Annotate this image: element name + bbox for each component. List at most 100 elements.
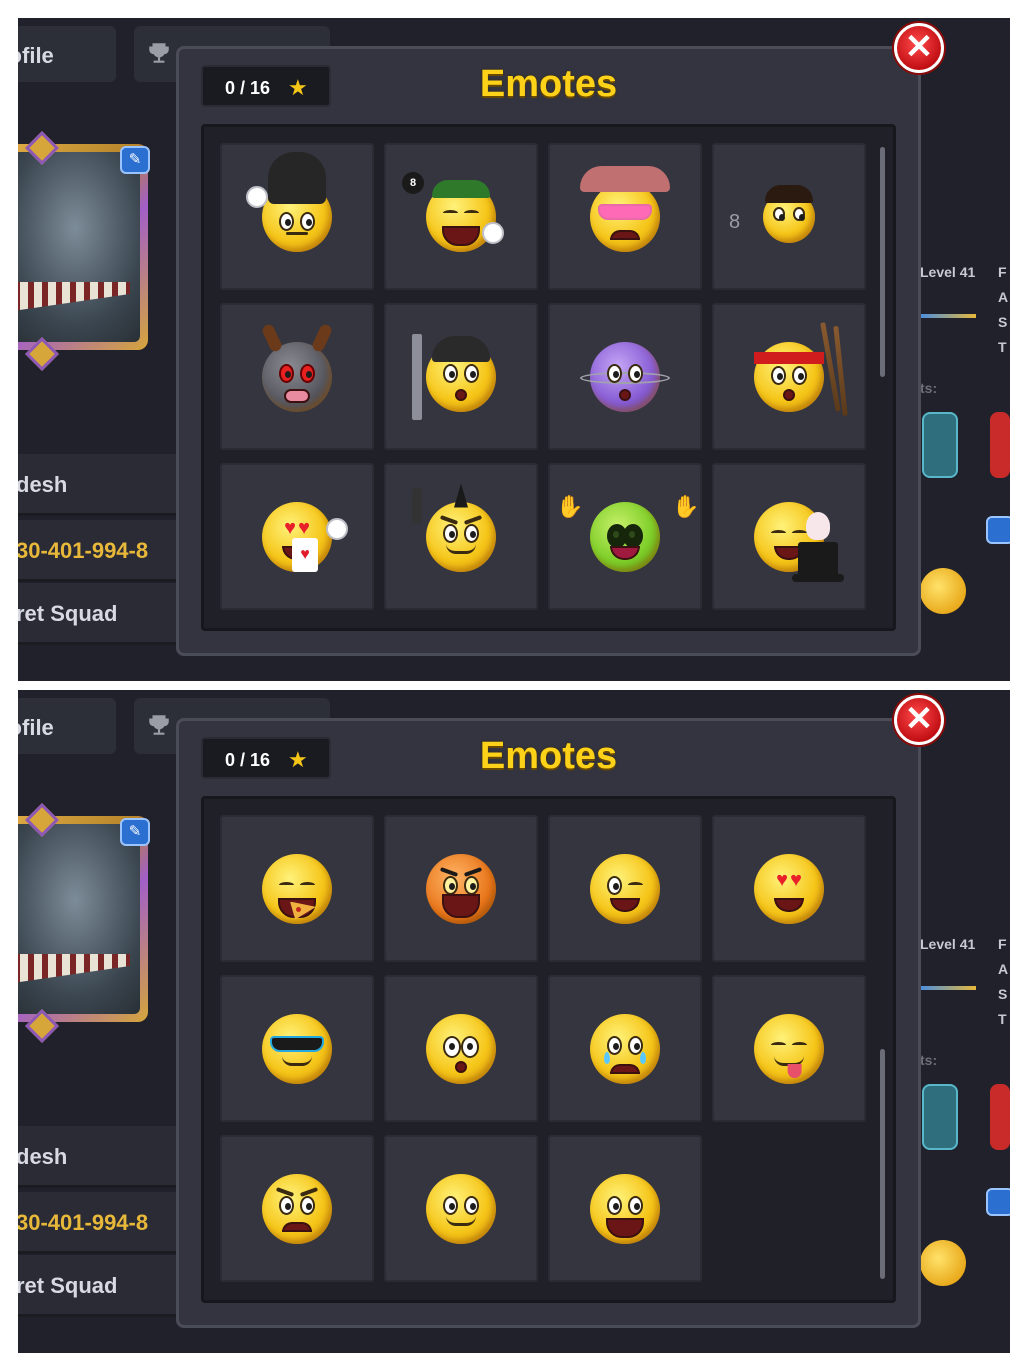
- close-button[interactable]: ✕: [894, 23, 944, 73]
- alien-emote: ✋ ✋: [556, 494, 699, 572]
- emotes-dialog: 0 / 16 ★ Emotes ♥ ♥: [176, 718, 921, 1328]
- scrollbar-thumb[interactable]: [880, 1049, 885, 1279]
- scrollbar[interactable]: [880, 147, 885, 607]
- red-badge-icon[interactable]: [990, 412, 1010, 478]
- profile-tab[interactable]: rofile: [18, 698, 116, 754]
- trophy-icon: [149, 43, 169, 63]
- emote-preview-icon[interactable]: [920, 568, 966, 614]
- angry-emote: [262, 1173, 332, 1244]
- stats-letters: F A S T: [998, 936, 1009, 1027]
- wink-emote: [590, 853, 660, 924]
- dialog-title: Emotes: [479, 735, 618, 777]
- stats-label: ts:: [920, 1052, 938, 1068]
- emote-cell[interactable]: [712, 975, 866, 1122]
- juggler-emote: 8: [729, 184, 815, 243]
- avatar-frame: [18, 816, 148, 1022]
- cue-icon: [920, 986, 976, 990]
- emote-cell[interactable]: 8: [384, 143, 538, 290]
- badge-icon[interactable]: [922, 412, 958, 478]
- profile-id: 30-401-994-8: [18, 1210, 149, 1235]
- magician-bunny-emote: [754, 501, 844, 582]
- profile-tab-label: rofile: [18, 43, 54, 68]
- screen-bottom: rofile ✎ desh 30-401-994-8 ret Squad Lev…: [18, 690, 1010, 1353]
- emote-cell[interactable]: [384, 815, 538, 962]
- emote-grid-container: 8 8 ♥ ♥ ♥ ✋ ✋: [201, 124, 896, 631]
- profile-tab[interactable]: rofile: [18, 26, 116, 82]
- level-label: Level 41: [920, 936, 976, 952]
- emote-cell[interactable]: [384, 303, 538, 450]
- pizza-laugh-emote: [262, 853, 332, 924]
- tiger-roar-emote: [426, 853, 496, 924]
- emote-cell[interactable]: [712, 463, 866, 610]
- badge-icon[interactable]: [922, 1084, 958, 1150]
- purple-planet-emote: [580, 341, 670, 412]
- bull-emote: [260, 322, 334, 412]
- crying-emote: [590, 1013, 660, 1084]
- profile-club: ret Squad: [18, 1273, 118, 1298]
- beanie-peek-door-emote: [412, 333, 496, 420]
- trophy-icon: [149, 715, 169, 735]
- emote-cell[interactable]: [548, 1135, 702, 1282]
- emote-cell[interactable]: [548, 303, 702, 450]
- bandana-cues-emote: [754, 321, 848, 416]
- emote-cell[interactable]: ✋ ✋: [548, 463, 702, 610]
- smile-emote: [426, 1173, 496, 1244]
- guard-bearskin-hat-emote: [246, 151, 332, 252]
- profile-club: ret Squad: [18, 601, 118, 626]
- search-icon[interactable]: [986, 516, 1010, 544]
- emote-cell[interactable]: [384, 1135, 538, 1282]
- emote-cell[interactable]: ♥ ♥: [712, 815, 866, 962]
- emote-preview-icon[interactable]: [920, 1240, 966, 1286]
- avatar: [18, 152, 140, 342]
- stats-letters: F A S T: [998, 264, 1009, 355]
- profile-name-row: desh: [18, 454, 176, 516]
- avatar-frame: [18, 144, 148, 350]
- mohawk-rocker-emote: [412, 483, 496, 572]
- heart-eyes-emote: ♥ ♥: [754, 853, 824, 924]
- profile-club-row: ret Squad: [18, 583, 176, 645]
- empty-cell: [712, 1135, 866, 1282]
- profile-club-row: ret Squad: [18, 1255, 176, 1317]
- emote-grid: 8 8 ♥ ♥ ♥ ✋ ✋: [220, 143, 866, 610]
- heart-eyes-card-emote: ♥ ♥ ♥: [262, 501, 348, 572]
- close-button[interactable]: ✕: [894, 695, 944, 745]
- profile-id-row: 30-401-994-8: [18, 1192, 176, 1254]
- surprised-emote: [426, 1013, 496, 1084]
- emote-cell[interactable]: ♥ ♥ ♥: [220, 463, 374, 610]
- emote-grid: ♥ ♥: [220, 815, 866, 1282]
- emote-cell[interactable]: [220, 143, 374, 290]
- cowgirl-sunglasses-emote: [580, 165, 670, 252]
- emote-cell[interactable]: [220, 1135, 374, 1282]
- emote-cell[interactable]: [220, 303, 374, 450]
- edit-avatar-button[interactable]: ✎: [120, 146, 150, 174]
- avatar: [18, 824, 140, 1014]
- emotes-dialog: 0 / 16 ★ Emotes 8 8 ♥ ♥ ♥ ✋ ✋: [176, 46, 921, 656]
- dialog-title: Emotes: [479, 63, 618, 105]
- scrollbar-thumb[interactable]: [880, 147, 885, 377]
- emote-cell[interactable]: [548, 143, 702, 290]
- emote-cell[interactable]: [384, 975, 538, 1122]
- emote-cell[interactable]: 8: [712, 143, 866, 290]
- profile-tab-label: rofile: [18, 715, 54, 740]
- scrollbar[interactable]: [880, 819, 885, 1279]
- profile-name: desh: [18, 1144, 68, 1169]
- stats-label: ts:: [920, 380, 938, 396]
- profile-id-row: 30-401-994-8: [18, 520, 176, 582]
- profile-id: 30-401-994-8: [18, 538, 149, 563]
- edit-avatar-button[interactable]: ✎: [120, 818, 150, 846]
- emote-grid-container: ♥ ♥: [201, 796, 896, 1303]
- red-badge-icon[interactable]: [990, 1084, 1010, 1150]
- stats-side: Level 41 F A S T ts:: [918, 750, 1010, 1350]
- emote-cell[interactable]: [712, 303, 866, 450]
- tongue-out-emote: [754, 1013, 824, 1084]
- crying-8-ball-emote: 8: [402, 171, 504, 252]
- emote-cell[interactable]: [220, 975, 374, 1122]
- emote-cell[interactable]: [384, 463, 538, 610]
- emote-cell[interactable]: [548, 815, 702, 962]
- search-icon[interactable]: [986, 1188, 1010, 1216]
- emote-cell[interactable]: [548, 975, 702, 1122]
- profile-name-row: desh: [18, 1126, 176, 1188]
- emote-cell[interactable]: [220, 815, 374, 962]
- cue-icon: [920, 314, 976, 318]
- grin-emote: [590, 1173, 660, 1244]
